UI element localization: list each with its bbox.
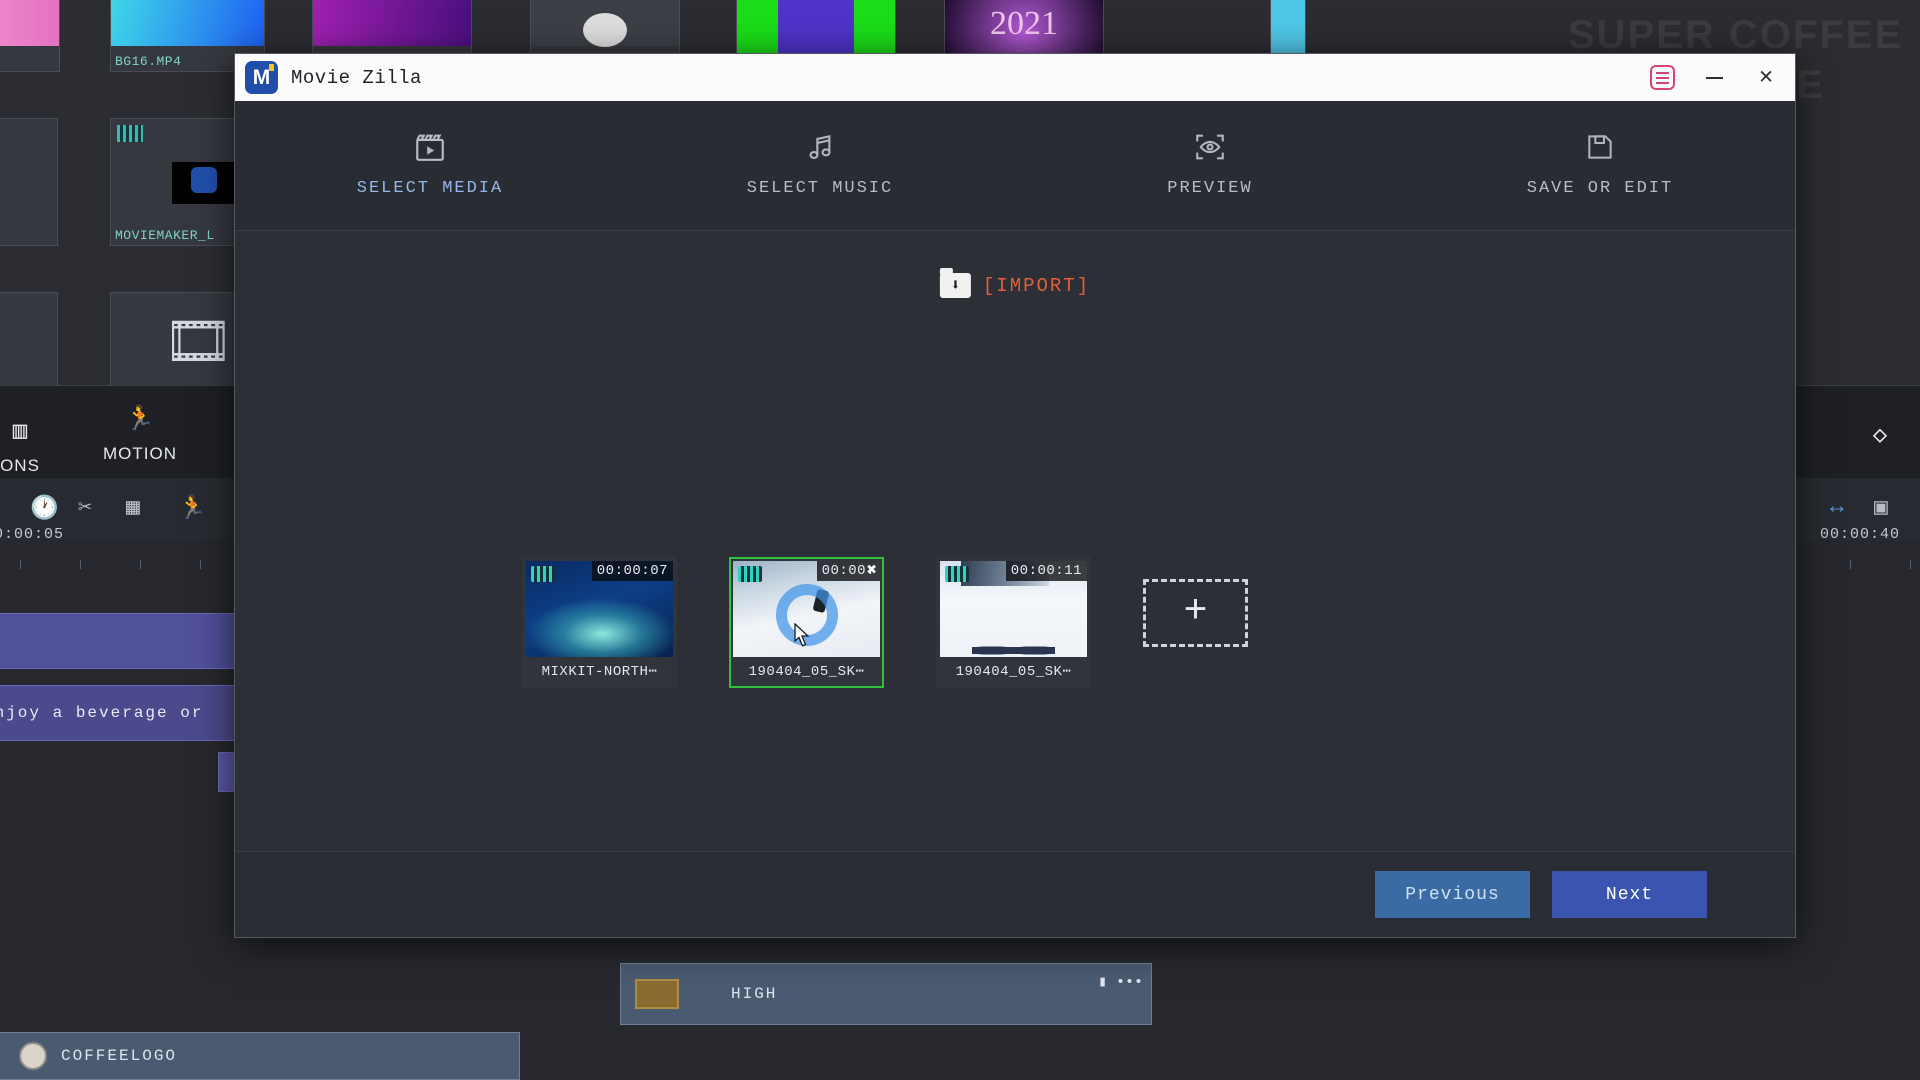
title-bar[interactable]: M Movie Zilla ✕	[235, 54, 1795, 101]
step-label: PREVIEW	[1167, 179, 1253, 198]
coffee-logo-icon	[19, 1042, 47, 1070]
media-name: MIXKIT-NORTH⋯	[541, 664, 658, 680]
close-icon: ✕	[1759, 64, 1773, 90]
floppy-save-icon	[1405, 123, 1795, 171]
motion-icon[interactable]: 🏃	[178, 494, 207, 522]
bg-timecode-left: 0:00:05	[0, 526, 65, 543]
music-note-icon	[625, 123, 1015, 171]
close-button[interactable]: ✕	[1743, 58, 1789, 98]
background-clip-coffeelogo[interactable]: COFFEELOGO	[0, 1032, 520, 1080]
text-layer-content: Enjoy a beverage or	[0, 704, 204, 722]
bg-timecode-right: 00:00:40	[1820, 526, 1901, 543]
media-name: 190404_05_SK⋯	[955, 664, 1072, 680]
step-save-or-edit[interactable]: SAVE OR EDIT	[1405, 123, 1795, 198]
clock-icon[interactable]: 🕐	[30, 494, 59, 522]
movie-zilla-dialog: M Movie Zilla ✕ SELECT MEDIA SELECT MUSI…	[234, 53, 1796, 938]
minimize-icon	[1705, 76, 1723, 79]
logo-accent	[269, 64, 274, 71]
step-label: SELECT MEDIA	[356, 179, 504, 198]
film-badge-icon	[531, 566, 555, 582]
logo-letter: M	[252, 66, 271, 89]
mouse-cursor	[793, 622, 811, 654]
clip-label: HIGH	[731, 985, 778, 1003]
media-thumbnail-row: 00:00:07 MIXKIT-NORTH⋯ 00:00: ✖ 190404_0…	[522, 557, 1248, 688]
preview-eye-icon	[1015, 123, 1405, 171]
media-name: 190404_05_SK⋯	[748, 664, 865, 680]
fit-frame-icon[interactable]: ▣	[1874, 494, 1888, 521]
media-duration: 00:00:07	[591, 561, 673, 581]
window-controls: ✕	[1639, 58, 1789, 98]
film-badge-icon	[738, 566, 762, 582]
media-card-selected[interactable]: 00:00: ✖ 190404_05_SK⋯	[729, 557, 884, 688]
film-badge-icon	[945, 566, 969, 582]
media-thumbnail: 00:00: ✖	[733, 561, 880, 657]
step-select-music[interactable]: SELECT MUSIC	[625, 123, 1015, 198]
background-clip-high[interactable]: HIGH ▮ •••	[620, 963, 1152, 1025]
add-media-placeholder[interactable]: +	[1143, 579, 1248, 647]
step-navigation: SELECT MEDIA SELECT MUSIC PREVIEW SAVE O…	[235, 101, 1795, 231]
scissors-icon[interactable]: ✂	[78, 494, 92, 521]
import-button[interactable]: ⬇ [IMPORT]	[939, 268, 1091, 298]
menu-icon	[1649, 65, 1675, 90]
step-preview[interactable]: PREVIEW	[1015, 123, 1405, 198]
plus-icon: +	[1183, 590, 1208, 635]
bg-tile-label: MOVIEMAKER_L	[115, 228, 215, 243]
crop-icon[interactable]: ▦	[126, 494, 140, 521]
media-duration: 00:00:11	[1005, 561, 1087, 581]
clip-label: COFFEELOGO	[61, 1047, 178, 1065]
media-thumbnail: 00:00:07	[526, 561, 673, 657]
clip-thumbnail	[635, 979, 679, 1009]
step-select-media[interactable]: SELECT MEDIA	[235, 123, 625, 198]
remove-media-icon[interactable]: ✖	[867, 563, 877, 580]
dialog-footer: Previous Next	[235, 851, 1795, 937]
window-title: Movie Zilla	[291, 66, 422, 89]
previous-button[interactable]: Previous	[1375, 871, 1530, 918]
paint-bucket-icon: ◇	[1872, 423, 1888, 450]
clapperboard-icon	[235, 123, 625, 171]
film-badge-icon	[117, 125, 143, 142]
bg-toolbar-motion[interactable]: 🏃 MOTION	[60, 404, 220, 464]
folder-download-icon: ⬇	[939, 268, 971, 298]
bg-toolbar-paint[interactable]: ◇	[1840, 420, 1920, 460]
step-label: SAVE OR EDIT	[1526, 179, 1674, 198]
bg-media-tile[interactable]: P4	[0, 0, 60, 72]
minimize-button[interactable]	[1691, 58, 1737, 98]
step-label: SELECT MUSIC	[746, 179, 894, 198]
app-logo-icon: M	[245, 61, 278, 94]
import-label: [IMPORT]	[982, 274, 1091, 297]
media-card[interactable]: 00:00:11 190404_05_SK⋯	[936, 557, 1091, 688]
bg-media-tile[interactable]	[0, 118, 58, 246]
next-button[interactable]: Next	[1552, 871, 1707, 918]
media-thumbnail: 00:00:11	[940, 561, 1087, 657]
media-panel: ⬇ [IMPORT] 00:00:07 MIXKIT-NORTH⋯ 00:00:…	[235, 231, 1795, 851]
media-card[interactable]: 00:00:07 MIXKIT-NORTH⋯	[522, 557, 677, 688]
running-person-icon: 🏃	[125, 407, 155, 434]
clip-menu-icon[interactable]: ▮ •••	[1098, 972, 1143, 991]
menu-button[interactable]	[1639, 58, 1685, 98]
resize-arrows-icon[interactable]: ↔	[1830, 494, 1844, 520]
bg-tile-label: BG16.MP4	[115, 54, 182, 69]
